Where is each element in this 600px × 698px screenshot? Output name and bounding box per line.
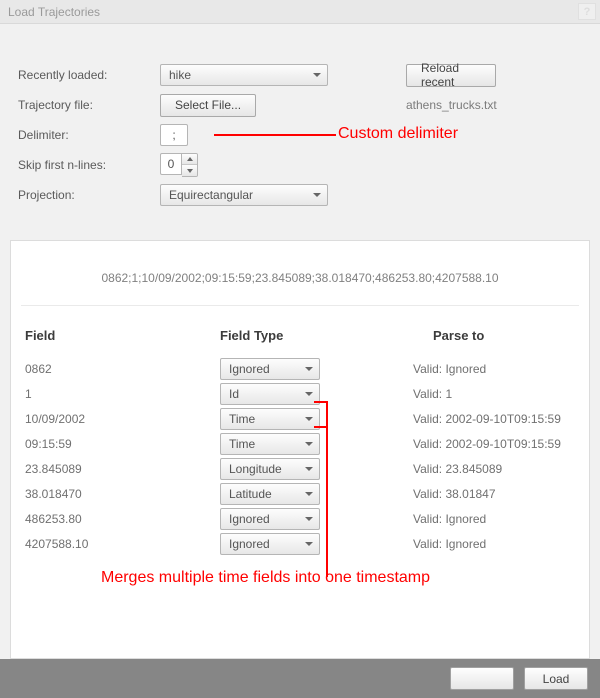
load-button[interactable]: Load [524,667,588,690]
parse-result: Valid: 23.845089 [413,456,579,481]
preview-panel: 0862;1;10/09/2002;09:15:59;23.845089;38.… [10,240,590,659]
field-type-value: Ignored [229,512,270,526]
projection-label: Projection: [18,188,160,202]
field-type-value: Longitude [229,462,282,476]
parse-result: Valid: Ignored [413,506,579,531]
field-type-value: Ignored [229,537,270,551]
annotation-custom-delimiter: Custom delimiter [338,125,458,143]
chevron-up-icon [187,157,193,161]
chevron-down-icon [313,193,321,197]
field-value: 10/09/2002 [25,406,220,431]
select-file-button[interactable]: Select File... [160,94,256,117]
spinner-up-button[interactable] [182,154,197,165]
trajectory-file-label: Trajectory file: [18,98,160,112]
chevron-down-icon [305,442,313,446]
help-button[interactable]: ? [578,3,596,20]
annotation-line [214,134,336,136]
skip-lines-value[interactable]: 0 [160,153,182,175]
chevron-down-icon [305,542,313,546]
field-value: 23.845089 [25,456,220,481]
field-type-dropdown[interactable]: Time [220,433,320,455]
parse-result: Valid: 2002-09-10T09:15:59 [413,406,579,431]
field-type-dropdown[interactable]: Ignored [220,508,320,530]
projection-value: Equirectangular [169,188,253,202]
field-type-dropdown[interactable]: Id [220,383,320,405]
field-value: 09:15:59 [25,431,220,456]
chevron-down-icon [305,392,313,396]
selected-file-name: athens_trucks.txt [406,98,497,112]
field-value: 1 [25,381,220,406]
annotation-merge-time: Merges multiple time fields into one tim… [101,569,430,587]
column-header-parse: Parse to [413,328,579,356]
recently-loaded-label: Recently loaded: [18,68,160,82]
skip-lines-label: Skip first n-lines: [18,158,160,172]
chevron-down-icon [187,169,193,173]
field-type-value: Time [229,412,255,426]
sample-raw-line: 0862;1;10/09/2002;09:15:59;23.845089;38.… [21,271,579,305]
chevron-down-icon [305,492,313,496]
field-mapping-columns: Field 0862 1 10/09/2002 09:15:59 23.8450… [21,328,579,556]
dialog-footer: Load [0,659,600,698]
parse-result: Valid: Ignored [413,356,579,381]
annotation-line [326,401,328,577]
recently-loaded-value: hike [169,68,191,82]
field-type-dropdown[interactable]: Latitude [220,483,320,505]
footer-blank-button[interactable] [450,667,514,690]
field-value: 38.018470 [25,481,220,506]
field-value: 0862 [25,356,220,381]
parse-result: Valid: Ignored [413,531,579,556]
chevron-down-icon [313,73,321,77]
column-header-type: Field Type [220,328,413,356]
field-type-dropdown[interactable]: Longitude [220,458,320,480]
delimiter-input[interactable]: ; [160,124,188,146]
chevron-down-icon [305,467,313,471]
titlebar: Load Trajectories ? [0,0,600,24]
field-type-value: Id [229,387,239,401]
chevron-down-icon [305,367,313,371]
delimiter-label: Delimiter: [18,128,160,142]
parse-result: Valid: 2002-09-10T09:15:59 [413,431,579,456]
field-type-dropdown[interactable]: Ignored [220,358,320,380]
field-value: 486253.80 [25,506,220,531]
chevron-down-icon [305,517,313,521]
projection-dropdown[interactable]: Equirectangular [160,184,328,206]
load-trajectories-dialog: Load Trajectories ? Recently loaded: hik… [0,0,600,698]
chevron-down-icon [305,417,313,421]
field-type-value: Time [229,437,255,451]
divider [21,305,579,306]
field-type-value: Latitude [229,487,272,501]
spinner-down-button[interactable] [182,165,197,176]
field-type-dropdown[interactable]: Time [220,408,320,430]
field-value: 4207588.10 [25,531,220,556]
skip-lines-spinner[interactable]: 0 [160,153,198,177]
window-title: Load Trajectories [8,5,100,19]
field-type-value: Ignored [229,362,270,376]
recently-loaded-dropdown[interactable]: hike [160,64,328,86]
parse-result: Valid: 1 [413,381,579,406]
column-header-field: Field [25,328,220,356]
field-type-dropdown[interactable]: Ignored [220,533,320,555]
settings-form: Recently loaded: hike Reload recent Traj… [0,24,600,234]
reload-recent-button[interactable]: Reload recent [406,64,496,87]
parse-result: Valid: 38.01847 [413,481,579,506]
